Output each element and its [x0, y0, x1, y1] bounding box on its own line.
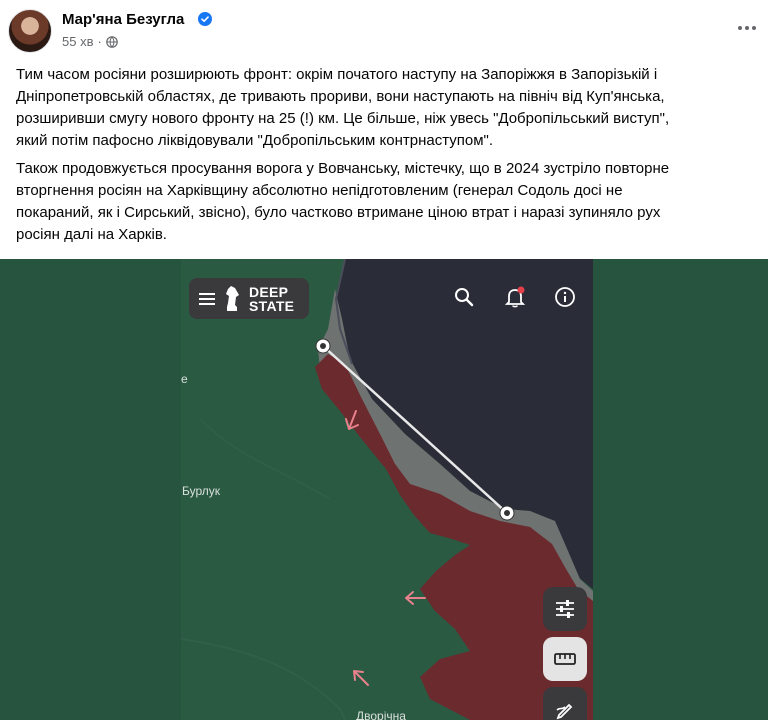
map-label-edge: е [181, 372, 188, 386]
post-paragraph-2: Також продовжується просування ворога у … [16, 160, 670, 243]
logo-line-2: STATE [249, 297, 295, 314]
more-options-icon[interactable] [733, 14, 761, 42]
author-name[interactable]: Мар'яна Безугла [62, 11, 184, 28]
map-terrain [0, 259, 768, 720]
search-icon[interactable] [450, 283, 478, 311]
post-paragraph-1: Тим часом росіяни розширюють фронт: окрі… [16, 66, 670, 149]
draw-button[interactable] [543, 687, 587, 720]
post-header: Мар'яна Безугла 55 хв · [0, 0, 768, 62]
map-label-burluk: Бурлук [182, 484, 220, 498]
map-label-dvorichna: Дворічна [356, 709, 406, 720]
notifications-icon[interactable] [501, 283, 529, 311]
verified-badge-icon [198, 12, 212, 26]
globe-icon [106, 35, 118, 48]
info-icon[interactable] [551, 283, 579, 311]
knight-logo-icon [226, 285, 239, 311]
avatar[interactable] [8, 9, 52, 53]
post-time[interactable]: 55 хв [62, 34, 93, 49]
filters-button[interactable] [543, 587, 587, 631]
meta-separator: · [97, 34, 102, 49]
map-screenshot[interactable]: DEEP STATE е Бурлук Дворічна [0, 259, 768, 720]
filters-icon [556, 600, 574, 618]
logo-text: DEEP STATE [249, 285, 294, 313]
draw-icon [556, 703, 573, 720]
logo-line-1: DEEP [249, 283, 289, 300]
ruler-icon [554, 653, 576, 665]
ruler-button[interactable] [543, 637, 587, 681]
post-body: Тим часом росіяни розширюють фронт: окрі… [16, 64, 756, 252]
post-meta: 55 хв · [62, 34, 118, 49]
menu-icon[interactable] [199, 292, 215, 306]
deepstate-logo[interactable]: DEEP STATE [189, 278, 309, 319]
